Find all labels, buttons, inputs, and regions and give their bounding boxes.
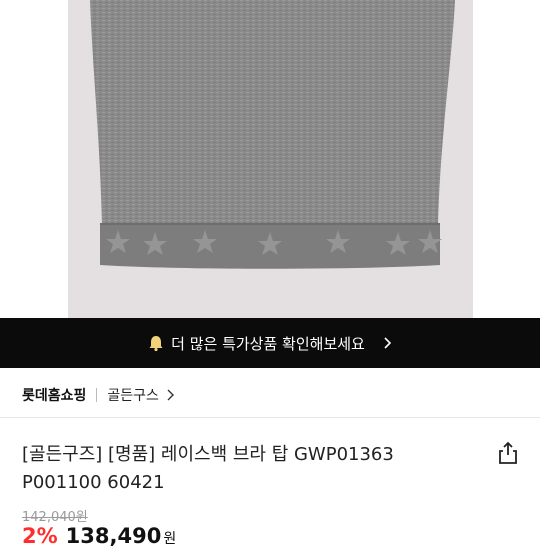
share-icon[interactable]	[496, 440, 520, 466]
promo-text: 더 많은 특가상품 확인해보세요	[171, 334, 365, 353]
section-divider	[0, 417, 540, 418]
currency-unit: 원	[163, 531, 177, 547]
product-image[interactable]	[0, 0, 540, 318]
product-title-line2: P001100 60421	[22, 472, 165, 493]
bell-icon	[149, 336, 163, 352]
discount-rate: 2%	[22, 524, 58, 548]
bra-top-photo	[90, 0, 455, 269]
original-price: 142,040원	[22, 510, 88, 525]
promo-banner[interactable]: 더 많은 특가상품 확인해보세요	[0, 318, 540, 368]
store-name[interactable]: 롯데홈쇼핑	[22, 385, 86, 405]
breadcrumb-divider	[96, 388, 98, 402]
chevron-right-icon	[167, 389, 174, 401]
product-title: [골든구즈] [명품] 레이스백 브라 탑 GWP01363 P001100 6…	[22, 441, 452, 497]
product-title-line1: [골든구즈] [명품] 레이스백 브라 탑 GWP01363	[22, 444, 394, 465]
chevron-right-icon	[384, 337, 391, 349]
brand-link[interactable]: 골든구스	[107, 385, 159, 405]
price-row: 2% 138,490 원	[22, 524, 176, 548]
breadcrumb: 롯데홈쇼핑 골든구스	[22, 384, 175, 406]
sale-price: 138,490	[65, 524, 162, 548]
